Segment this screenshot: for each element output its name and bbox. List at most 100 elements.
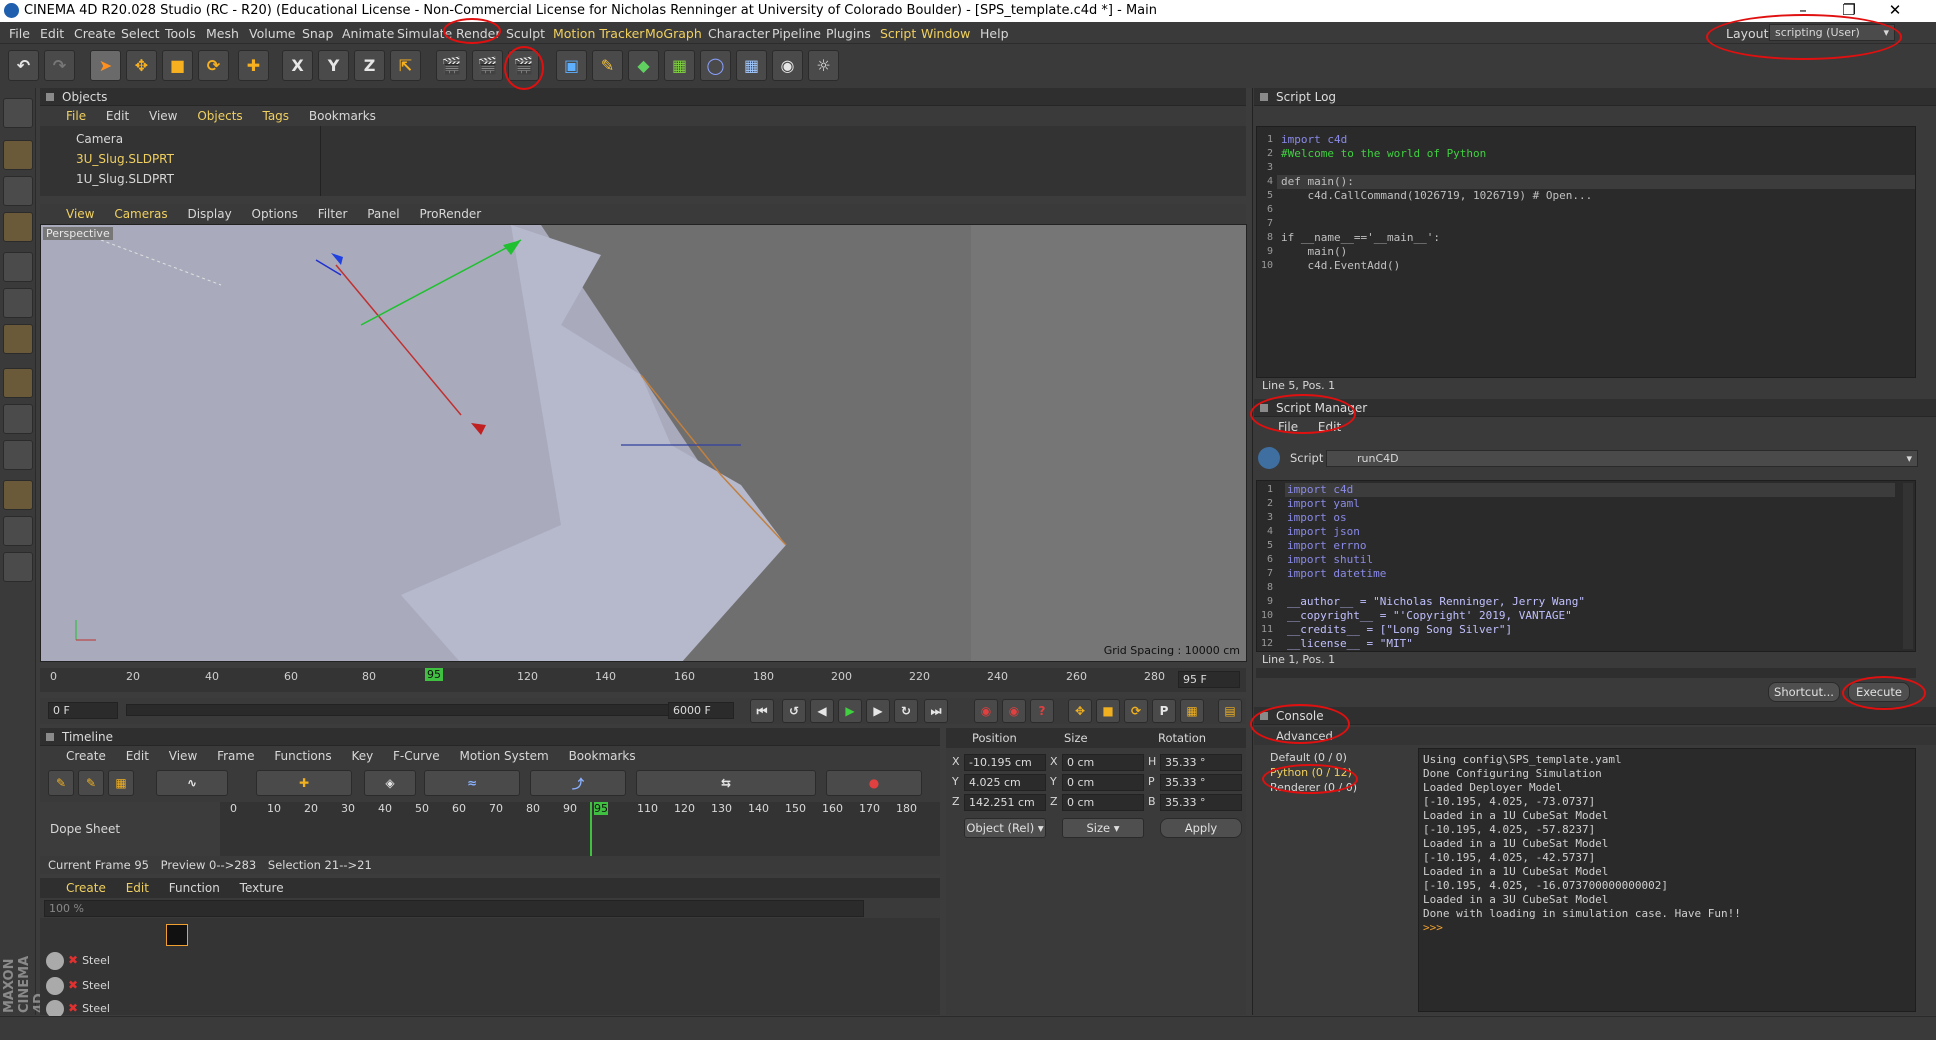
light-icon[interactable]: ☼ [808, 50, 839, 81]
lock-tools-icon[interactable]: ● [826, 770, 922, 796]
autokey-icon[interactable]: ◉ [1002, 699, 1026, 723]
cube-icon[interactable]: ▣ [556, 50, 587, 81]
apply-button[interactable]: Apply [1160, 818, 1242, 838]
objects-menu-edit[interactable]: Edit [106, 109, 129, 123]
menu-sculpt[interactable]: Sculpt [506, 26, 545, 41]
material-delete-icon[interactable]: ✖ [68, 953, 78, 967]
menu-help[interactable]: Help [980, 26, 1009, 41]
object-row-3u-slug[interactable]: 3U_Slug.SLDPRT [50, 149, 1230, 169]
script-dropdown[interactable]: runC4D ▾ [1326, 450, 1918, 467]
prev-frame-icon[interactable]: ◀ [810, 699, 834, 723]
objects-menu-tags[interactable]: Tags [262, 109, 289, 123]
position-z-field[interactable]: 142.251 cm [964, 794, 1046, 811]
objects-menu-file[interactable]: File [66, 109, 86, 123]
keyframe-selection-icon[interactable]: ? [1030, 699, 1054, 723]
preview-range-slider[interactable] [126, 704, 696, 716]
render-view-icon[interactable]: 🎬 [436, 50, 467, 81]
timeline-menu-motion-system[interactable]: Motion System [460, 749, 549, 763]
record-icon[interactable]: ◉ [974, 699, 998, 723]
make-editable-icon[interactable] [3, 98, 33, 128]
console-advanced-bar[interactable]: Advanced [1254, 727, 1936, 745]
material-menu-create[interactable]: Create [66, 881, 106, 895]
playhead[interactable] [590, 802, 592, 856]
points-mode-icon[interactable] [3, 252, 33, 282]
key-pla-icon[interactable]: ▦ [1180, 699, 1204, 723]
subdivision-icon[interactable]: ◆ [628, 50, 659, 81]
menu-window[interactable]: Window [921, 26, 970, 41]
camera-icon[interactable]: ◉ [772, 50, 803, 81]
viewport-menu-view[interactable]: View [66, 207, 94, 221]
next-key-icon[interactable]: ↻ [894, 699, 918, 723]
menu-pipeline[interactable]: Pipeline [772, 26, 821, 41]
objects-menu-view[interactable]: View [149, 109, 177, 123]
object-row-camera[interactable]: Camera [50, 129, 1230, 149]
menu-file[interactable]: File [9, 26, 30, 41]
timeline-menu-frame[interactable]: Frame [217, 749, 254, 763]
fcurve-tools-icon[interactable]: ∿ [156, 770, 228, 796]
move-tool-icon[interactable]: ✥ [126, 50, 157, 81]
rotate-tool-icon[interactable]: ⟳ [198, 50, 229, 81]
close-icon[interactable]: ✕ [1872, 0, 1918, 22]
tweak-mode-icon[interactable] [3, 404, 33, 434]
prev-key-icon[interactable]: ↺ [782, 699, 806, 723]
timeline-tool-icon[interactable]: ✎ [48, 770, 74, 796]
object-row-1u-slug[interactable]: 1U_Slug.SLDPRT [50, 169, 1230, 189]
coordinate-mode-dropdown[interactable]: Object (Rel) ▾ [964, 818, 1046, 838]
horizontal-scrollbar[interactable] [1256, 668, 1916, 678]
y-axis-lock-button[interactable]: Y [318, 50, 349, 81]
material-menu-texture[interactable]: Texture [240, 881, 284, 895]
viewport-menu-prorender[interactable]: ProRender [419, 207, 481, 221]
size-x-field[interactable]: 0 cm [1062, 754, 1144, 771]
pen-icon[interactable]: ✎ [592, 50, 623, 81]
edges-mode-icon[interactable] [3, 288, 33, 318]
menu-edit[interactable]: Edit [40, 26, 64, 41]
key-scale-icon[interactable]: ■ [1096, 699, 1120, 723]
menu-animate[interactable]: Animate [342, 26, 394, 41]
texture-mode-icon[interactable] [3, 176, 33, 206]
timeline-scheme-icon[interactable]: ▤ [1218, 699, 1242, 723]
menu-plugins[interactable]: Plugins [826, 26, 871, 41]
key-tools-icon[interactable]: ✚ [256, 770, 352, 796]
viewport-menu-options[interactable]: Options [252, 207, 298, 221]
scale-tool-icon[interactable]: ■ [162, 50, 193, 81]
menu-script[interactable]: Script [880, 26, 916, 41]
timeline-menu-edit[interactable]: Edit [126, 749, 149, 763]
menu-motion-tracker[interactable]: Motion Tracker [553, 26, 644, 41]
timeline-menu-functions[interactable]: Functions [274, 749, 331, 763]
timeline-ruler[interactable]: 0 20 40 60 80 95 120 140 160 180 200 220… [40, 668, 1246, 692]
snap-icon[interactable] [3, 440, 33, 470]
timeline-menu-fcurve[interactable]: F-Curve [393, 749, 440, 763]
polygons-mode-icon[interactable] [3, 324, 33, 354]
material-row[interactable]: ✖ Steel [42, 975, 922, 995]
z-axis-lock-button[interactable]: Z [354, 50, 385, 81]
start-frame-field[interactable]: 0 F [48, 702, 118, 719]
x-axis-lock-button[interactable]: X [282, 50, 313, 81]
position-x-field[interactable]: -10.195 cm [964, 754, 1046, 771]
ruler-current-frame[interactable]: 95 [425, 668, 443, 681]
next-frame-icon[interactable]: ▶ [866, 699, 890, 723]
timeline-menu-create[interactable]: Create [66, 749, 106, 763]
end-range-field[interactable]: 6000 F [668, 702, 734, 719]
interpolation-icon[interactable]: ≈ [424, 770, 520, 796]
workplane-lock-icon[interactable] [3, 516, 33, 546]
key-parameter-icon[interactable]: P [1152, 699, 1176, 723]
menu-character[interactable]: Character [708, 26, 770, 41]
timeline-menu-key[interactable]: Key [351, 749, 373, 763]
undo-icon[interactable]: ↶ [8, 50, 39, 81]
script-log-editor[interactable]: 1 2 3 4 5 6 7 8 9 10 import c4d #Welcome … [1256, 126, 1916, 378]
select-tool-icon[interactable]: ➤ [90, 50, 121, 81]
objects-menu-objects[interactable]: Objects [197, 109, 242, 123]
menu-mesh[interactable]: Mesh [206, 26, 239, 41]
material-preview[interactable] [166, 924, 188, 946]
timeline-menu-view[interactable]: View [169, 749, 197, 763]
redo-icon[interactable]: ↷ [44, 50, 75, 81]
workplane-icon[interactable] [3, 212, 33, 242]
rotation-h-field[interactable]: 35.33 ° [1160, 754, 1242, 771]
timeline-tool-icon[interactable]: ✎ [78, 770, 104, 796]
render-picture-viewer-icon[interactable]: 🎬 [472, 50, 503, 81]
timeline-menu-bookmarks[interactable]: Bookmarks [569, 749, 636, 763]
spline-icon[interactable]: ⤴ [530, 770, 626, 796]
viewport-menu-cameras[interactable]: Cameras [114, 207, 167, 221]
menu-create[interactable]: Create [74, 26, 116, 41]
model-mode-icon[interactable] [3, 140, 33, 170]
